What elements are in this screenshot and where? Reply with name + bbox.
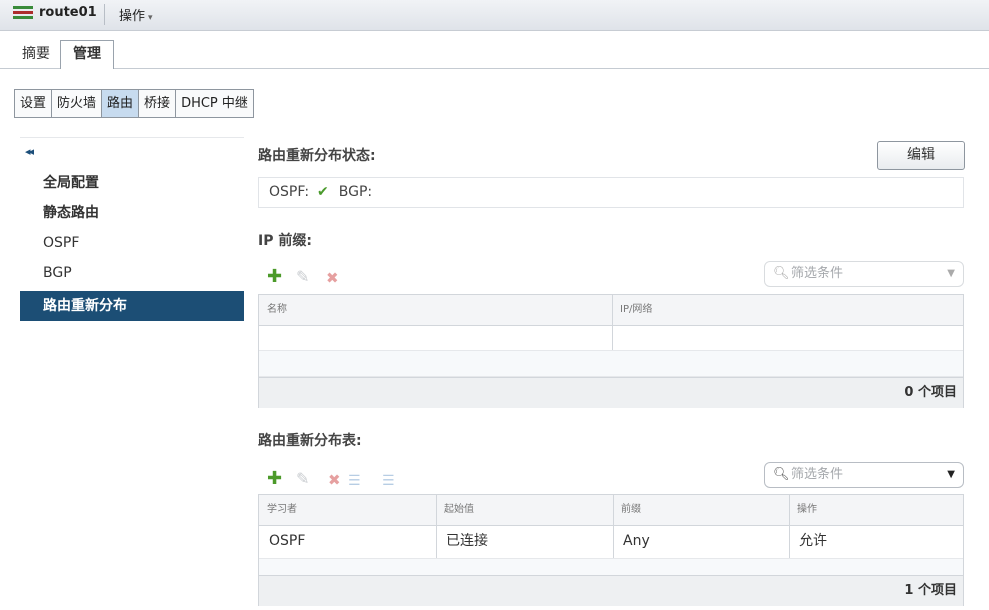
cell-prefix: Any: [623, 533, 650, 549]
column-header-name[interactable]: 名称: [259, 295, 612, 325]
move-up-icon[interactable]: ☰: [348, 472, 361, 490]
ip-prefix-title: IP 前缀:: [258, 233, 312, 249]
filter-placeholder: 筛选条件: [791, 467, 844, 482]
delete-icon[interactable]: ✖: [328, 471, 341, 489]
subtab-firewall[interactable]: 防火墙: [52, 90, 103, 117]
table-row: [259, 559, 963, 576]
item-count: 1 个项目: [904, 583, 957, 598]
tab-summary[interactable]: 摘要: [13, 40, 59, 68]
chevron-down-icon[interactable]: ▼: [947, 463, 955, 487]
cell-from: 已连接: [446, 533, 488, 549]
nav-item-static-routes[interactable]: 静态路由: [20, 198, 244, 228]
search-icon: 🔍︎: [773, 266, 790, 281]
column-header-prefix[interactable]: 前缀: [613, 495, 789, 525]
bgp-status-label: BGP:: [338, 184, 373, 200]
subtab-settings[interactable]: 设置: [15, 90, 53, 117]
move-down-icon[interactable]: ☰: [382, 472, 395, 490]
tab-manage[interactable]: 管理: [60, 40, 114, 69]
redistribution-status-title: 路由重新分布状态:: [258, 148, 376, 164]
tabs-divider: [0, 68, 989, 69]
edit-button[interactable]: 编辑: [877, 141, 965, 170]
edit-icon[interactable]: ✎: [296, 470, 309, 488]
subtab-bridging[interactable]: 桥接: [139, 90, 177, 117]
actions-menu[interactable]: 操作 ▾: [119, 5, 153, 24]
subtab-routing[interactable]: 路由: [102, 90, 140, 117]
table-row[interactable]: OSPF 已连接 Any 允许: [259, 525, 963, 559]
grid-footer: 0 个项目: [259, 377, 963, 408]
cell-action: 允许: [799, 533, 827, 549]
grid-footer: 1 个项目: [259, 575, 963, 606]
cell-learner: OSPF: [269, 533, 306, 549]
nav-item-global-config[interactable]: 全局配置: [20, 168, 244, 198]
app-title: route01: [39, 5, 97, 20]
vm-app-icon: [13, 6, 33, 20]
column-header-learner[interactable]: 学习者: [259, 495, 436, 525]
chevron-down-icon[interactable]: ▼: [947, 262, 955, 286]
nav-item-route-redistribution[interactable]: 路由重新分布: [20, 291, 244, 321]
table-row: [259, 351, 963, 377]
redistribution-filter-input[interactable]: 🔍︎ 筛选条件 ▼: [764, 462, 964, 488]
edit-icon[interactable]: ✎: [296, 268, 309, 286]
add-icon[interactable]: ✚: [267, 268, 282, 286]
collapse-icon[interactable]: ◂◂: [25, 145, 34, 158]
add-icon[interactable]: ✚: [267, 470, 282, 488]
column-header-action[interactable]: 操作: [789, 495, 965, 525]
ospf-status-label: OSPF:: [269, 184, 310, 200]
item-count: 0 个项目: [904, 385, 957, 400]
actions-menu-label: 操作: [119, 9, 146, 24]
check-icon: ✔: [317, 184, 329, 200]
search-icon: 🔍︎: [773, 467, 790, 482]
sub-tab-group: 设置 防火墙 路由 桥接 DHCP 中继: [14, 89, 254, 118]
subtab-dhcp-relay[interactable]: DHCP 中继: [176, 90, 253, 117]
column-header-ip-network[interactable]: IP/网络: [612, 295, 965, 325]
ip-prefix-grid: 名称 IP/网络 0 个项目: [258, 294, 964, 408]
ip-prefix-filter-input[interactable]: 🔍︎ 筛选条件 ▼: [764, 261, 964, 287]
chevron-down-icon: ▾: [148, 13, 153, 23]
nav-item-ospf[interactable]: OSPF: [20, 228, 244, 258]
table-row: [259, 325, 963, 351]
filter-placeholder: 筛选条件: [791, 266, 844, 281]
redistribution-table-title: 路由重新分布表:: [258, 433, 362, 449]
redistribution-grid: 学习者 起始值 前缀 操作 OSPF 已连接 Any 允许 1 个项目: [258, 494, 964, 606]
delete-icon[interactable]: ✖: [326, 269, 339, 287]
redistribution-status-box: OSPF: ✔ BGP:: [258, 177, 964, 208]
toolbar-separator: [104, 4, 105, 25]
nav-item-bgp[interactable]: BGP: [20, 258, 244, 288]
column-header-from[interactable]: 起始值: [436, 495, 613, 525]
